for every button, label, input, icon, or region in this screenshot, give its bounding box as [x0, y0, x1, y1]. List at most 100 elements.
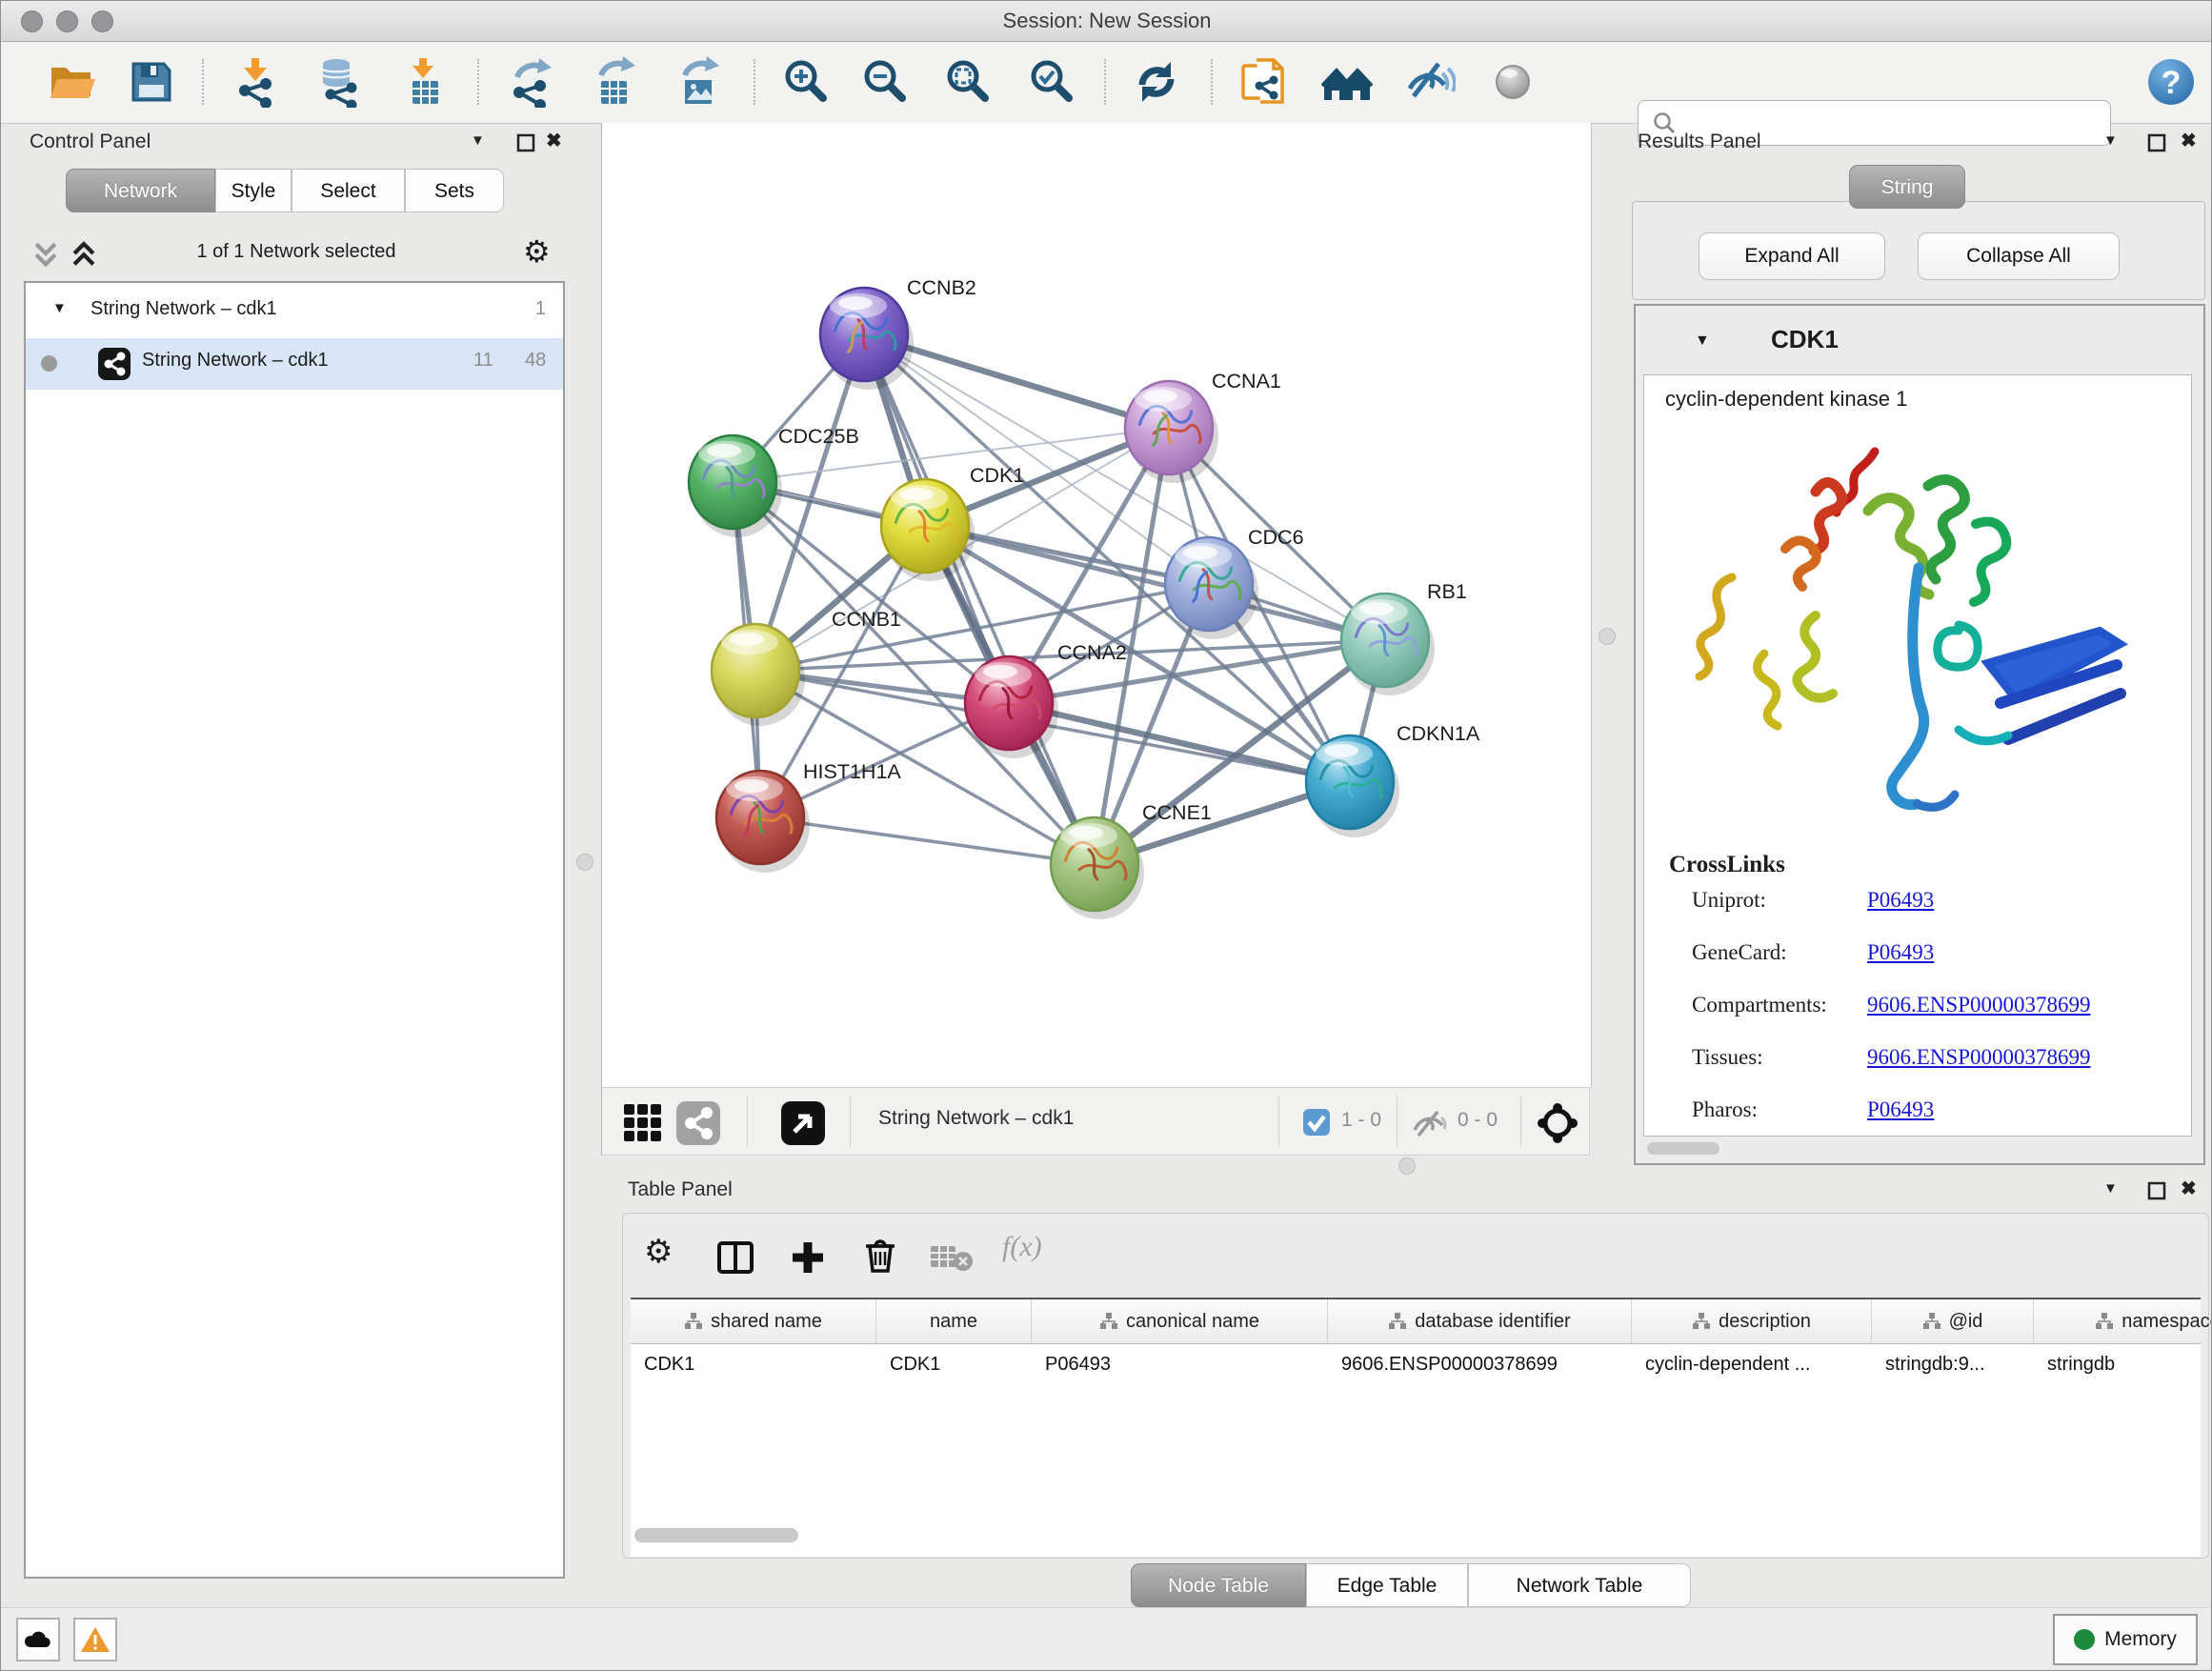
network-collection-row[interactable]: ▼ String Network – cdk1 1	[26, 287, 563, 338]
collapse-all-button[interactable]: Collapse All	[1918, 232, 2120, 280]
tab-sets[interactable]: Sets	[405, 169, 504, 212]
expand-all-button[interactable]: Expand All	[1699, 232, 1885, 280]
warning-button[interactable]	[73, 1618, 117, 1661]
results-scrollbar[interactable]	[1647, 1142, 1719, 1155]
control-panel-close-icon[interactable]: ✖	[546, 129, 562, 152]
grid-view-icon[interactable]	[623, 1103, 663, 1143]
results-panel-menu-icon[interactable]: ▼	[2103, 132, 2118, 149]
show-all-icon[interactable]	[1486, 55, 1539, 109]
birds-eye-view-icon[interactable]	[781, 1101, 825, 1145]
tab-string[interactable]: String	[1849, 165, 1965, 209]
node-CCNA1[interactable]	[1125, 381, 1218, 483]
tab-select[interactable]: Select	[292, 169, 405, 212]
add-icon[interactable]	[787, 1237, 829, 1278]
table-panel-float-icon[interactable]	[2146, 1180, 2167, 1201]
results-panel-float-icon[interactable]	[2146, 132, 2167, 153]
table-gear-icon[interactable]: ⚙	[644, 1233, 673, 1271]
edge-HIST1H1A-CCNE1[interactable]	[760, 817, 1095, 864]
cloud-icon	[23, 1628, 53, 1651]
results-panel-close-icon[interactable]: ✖	[2181, 129, 2197, 152]
crosslink-link[interactable]: P06493	[1867, 888, 1934, 912]
export-table-icon[interactable]	[589, 55, 642, 109]
splitter-handle[interactable]	[1599, 628, 1616, 645]
edge-CDK1-RB1[interactable]	[925, 526, 1385, 640]
node-CCNB2[interactable]	[820, 288, 914, 390]
hide-selected-icon[interactable]	[1403, 55, 1457, 109]
home-networks-icon[interactable]	[1320, 55, 1374, 109]
column-header[interactable]: @id	[1872, 1299, 2034, 1343]
table-horizontal-scrollbar[interactable]	[634, 1528, 798, 1542]
splitter-handle[interactable]	[576, 854, 593, 871]
cell-canonical-name[interactable]: P06493	[1032, 1343, 1328, 1385]
edge-CCNB2-CCNE1[interactable]	[864, 334, 1095, 864]
table-panel-close-icon[interactable]: ✖	[2181, 1177, 2197, 1200]
gear-icon[interactable]: ⚙	[523, 233, 551, 270]
tab-node-table[interactable]: Node Table	[1131, 1563, 1306, 1607]
clone-network-icon[interactable]	[1237, 55, 1290, 109]
crosslink-link[interactable]: P06493	[1867, 1097, 1934, 1121]
node-CDK1[interactable]	[881, 479, 975, 581]
cell-id[interactable]: stringdb:9...	[1872, 1343, 2034, 1385]
save-session-icon[interactable]	[125, 55, 178, 109]
tab-network-table[interactable]: Network Table	[1468, 1563, 1691, 1607]
share-view-icon[interactable]	[676, 1101, 720, 1145]
column-label: @id	[1949, 1311, 1983, 1333]
columns-icon[interactable]	[714, 1237, 756, 1278]
cell-shared-name[interactable]: CDK1	[631, 1343, 876, 1385]
export-network-icon[interactable]	[505, 55, 558, 109]
tab-edge-table[interactable]: Edge Table	[1306, 1563, 1468, 1607]
help-icon[interactable]: ?	[2144, 55, 2198, 109]
expand-all-tree-icon[interactable]	[30, 237, 62, 270]
crosslink-link[interactable]: 9606.ENSP00000378699	[1867, 993, 2091, 1017]
zoom-selected-icon[interactable]	[1025, 55, 1078, 109]
column-header[interactable]: canonical name	[1032, 1299, 1328, 1343]
node-label-CCNA2: CCNA2	[1057, 641, 1127, 664]
node-HIST1H1A[interactable]	[716, 771, 810, 873]
column-header[interactable]: description	[1632, 1299, 1872, 1343]
import-network-file-icon[interactable]	[229, 55, 282, 109]
cell-description[interactable]: cyclin-dependent ...	[1632, 1343, 1872, 1385]
cell-database-identifier[interactable]: 9606.ENSP00000378699	[1328, 1343, 1632, 1385]
selected-checkbox-icon[interactable]	[1303, 1109, 1330, 1136]
crosshair-icon[interactable]	[1536, 1101, 1579, 1145]
trash-icon[interactable]	[859, 1235, 901, 1277]
tab-network[interactable]: Network	[66, 169, 215, 212]
crosslink-link[interactable]: 9606.ENSP00000378699	[1867, 1045, 2091, 1069]
node-CDKN1A[interactable]	[1306, 735, 1399, 837]
cell-name[interactable]: CDK1	[876, 1343, 1032, 1385]
column-header[interactable]: name	[876, 1299, 1032, 1343]
column-label: description	[1719, 1311, 1811, 1333]
control-panel-float-icon[interactable]	[515, 132, 536, 153]
network-canvas[interactable]: CCNB2CCNA1CDC25BCDK1CDC6RB1CCNB1CCNA2CDK…	[601, 123, 1592, 1087]
node-CDC25B[interactable]	[689, 435, 782, 537]
collapse-all-tree-icon[interactable]	[68, 237, 100, 270]
import-network-database-icon[interactable]	[311, 55, 364, 109]
hidden-eye-icon	[1412, 1109, 1450, 1137]
column-header[interactable]: namespace	[2034, 1299, 2212, 1343]
disclosure-triangle-icon[interactable]: ▼	[52, 300, 67, 316]
edge-CCNA2-CDKN1A[interactable]	[1009, 703, 1350, 782]
import-table-icon[interactable]	[398, 55, 452, 109]
tab-style[interactable]: Style	[215, 169, 292, 212]
table-panel-menu-icon[interactable]: ▼	[2103, 1180, 2118, 1197]
crosslink-link[interactable]: P06493	[1867, 940, 1934, 964]
open-session-icon[interactable]	[45, 55, 98, 109]
node-CCNE1[interactable]	[1051, 817, 1144, 919]
column-header[interactable]: database identifier	[1328, 1299, 1632, 1343]
refresh-icon[interactable]	[1130, 55, 1183, 109]
control-panel-menu-icon[interactable]: ▼	[471, 132, 485, 149]
zoom-fit-icon[interactable]	[941, 55, 995, 109]
cloud-button[interactable]	[16, 1618, 60, 1661]
zoom-out-icon[interactable]	[858, 55, 912, 109]
splitter-handle[interactable]	[1398, 1158, 1416, 1175]
section-disclosure-icon[interactable]: ▼	[1695, 332, 1710, 350]
export-image-icon[interactable]	[673, 55, 726, 109]
zoom-in-icon[interactable]	[779, 55, 833, 109]
cell-namespace[interactable]: stringdb	[2034, 1343, 2201, 1385]
column-header[interactable]: shared name	[631, 1299, 876, 1343]
node-RB1[interactable]	[1341, 594, 1435, 695]
delete-table-icon	[930, 1242, 974, 1273]
memory-button[interactable]: Memory	[2053, 1614, 2198, 1665]
table-row[interactable]: CDK1 CDK1 P06493 9606.ENSP00000378699 cy…	[631, 1343, 2201, 1385]
network-row-selected[interactable]: String Network – cdk1 11 48	[26, 338, 563, 390]
